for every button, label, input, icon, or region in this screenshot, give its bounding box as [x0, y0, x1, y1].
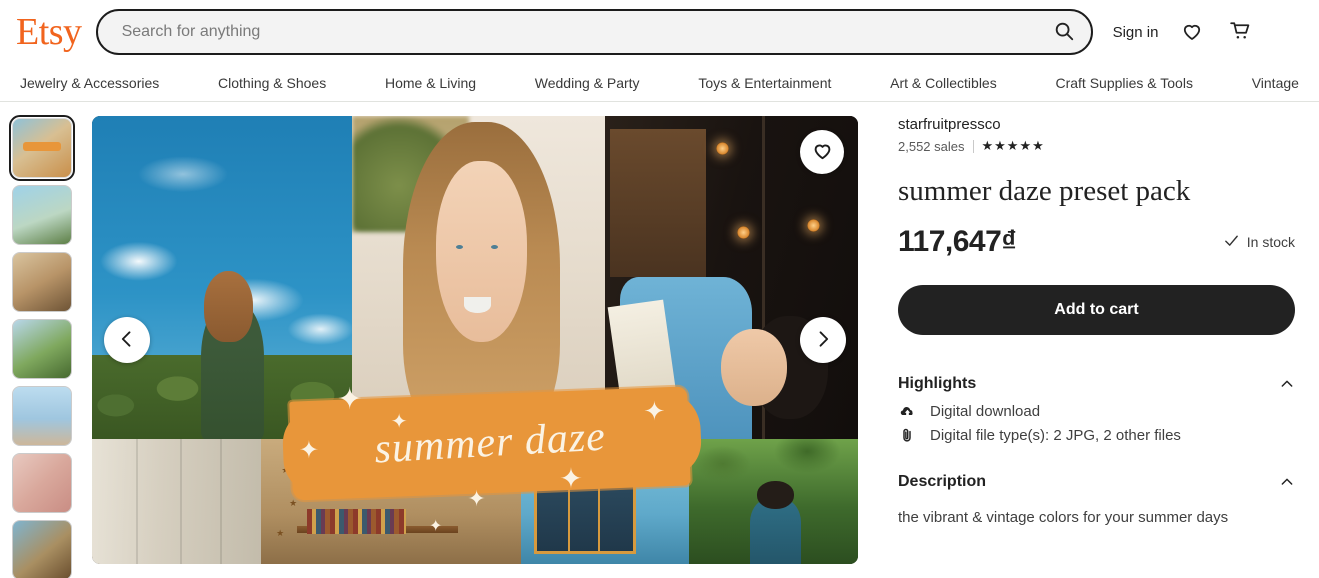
sign-in-link[interactable]: Sign in — [1113, 24, 1159, 41]
product-price: 117,647₫ — [898, 224, 1017, 258]
shop-name-link[interactable]: starfruitpressco — [898, 116, 1001, 133]
cart-button[interactable] — [1226, 18, 1254, 46]
product-details-panel: starfruitpressco 2,552 sales ★★★★★ summe… — [858, 116, 1301, 578]
highlights-title: Highlights — [898, 374, 977, 392]
sparkle-icon: ✦ — [429, 518, 443, 536]
etsy-logo[interactable]: Etsy — [16, 13, 88, 51]
thumbnail-4[interactable] — [12, 386, 72, 446]
chevron-right-icon — [813, 329, 833, 352]
header-actions: Sign in — [1113, 18, 1265, 46]
thumbnail-2[interactable] — [12, 252, 72, 312]
thumbnail-6[interactable] — [12, 520, 72, 578]
category-link-toys-entertainment[interactable]: Toys & Entertainment — [698, 75, 831, 91]
highlight-text: Digital download — [930, 402, 1041, 420]
search-button[interactable] — [1045, 13, 1083, 51]
favorites-button[interactable] — [1178, 18, 1206, 46]
add-to-cart-button[interactable]: Add to cart — [898, 284, 1295, 335]
description-body: the vibrant & vintage colors for your su… — [898, 508, 1229, 526]
search-input[interactable] — [121, 23, 1045, 41]
thumbnail-3[interactable] — [12, 319, 72, 379]
search-box[interactable] — [95, 9, 1093, 55]
sparkle-icon: ✦ — [643, 396, 666, 427]
check-icon — [1223, 232, 1240, 252]
thumbnail-5[interactable] — [12, 453, 72, 513]
thumbnail-0[interactable] — [9, 115, 75, 181]
sparkle-icon: ✦ — [559, 463, 583, 495]
category-link-jewelry-accessories[interactable]: Jewelry & Accessories — [20, 75, 159, 91]
heart-icon — [1180, 19, 1204, 46]
description-title: Description — [898, 472, 987, 490]
rating-stars[interactable]: ★★★★★ — [982, 138, 1045, 154]
product-image-carousel[interactable]: ★ ★ ★ summer daze ✦ ✦ ✦ ✦ — [92, 116, 858, 564]
product-title: summer daze preset pack — [898, 175, 1191, 207]
sparkle-icon: ✦ — [337, 382, 363, 416]
highlight-item: Digital download — [898, 403, 1295, 420]
carousel-next-button[interactable] — [800, 317, 846, 363]
cloud-download-icon — [898, 403, 916, 420]
category-link-clothing-shoes[interactable]: Clothing & Shoes — [218, 75, 326, 91]
description-section: Description the vibrant & vintage colors… — [898, 469, 1295, 534]
thumbnail-1[interactable] — [12, 185, 72, 245]
collage-cell-door — [92, 438, 261, 564]
favorite-listing-button[interactable] — [800, 130, 844, 174]
category-link-wedding-party[interactable]: Wedding & Party — [535, 75, 640, 91]
chevron-up-icon[interactable] — [1279, 376, 1295, 392]
stock-label: In stock — [1246, 233, 1295, 250]
collage-cell-sky — [92, 116, 353, 439]
product-image-collage: ★ ★ ★ summer daze ✦ ✦ ✦ ✦ — [92, 116, 858, 564]
carousel-prev-button[interactable] — [104, 317, 150, 363]
sparkle-icon: ✦ — [298, 436, 319, 464]
stock-status: In stock — [1223, 232, 1295, 252]
highlights-section: Highlights Digital download Digital file… — [898, 371, 1295, 455]
collage-cell-trees — [689, 438, 858, 564]
paperclip-icon — [898, 427, 916, 443]
sparkle-icon: ✦ — [390, 410, 408, 433]
category-link-craft-supplies-tools[interactable]: Craft Supplies & Tools — [1055, 75, 1192, 91]
meta-divider — [972, 139, 974, 153]
thumbnail-strip — [9, 115, 76, 578]
chevron-left-icon — [117, 329, 137, 352]
highlight-text: Digital file type(s): 2 JPG, 2 other fil… — [930, 426, 1181, 444]
sales-count: 2,552 sales — [898, 138, 965, 154]
chevron-up-icon[interactable] — [1279, 474, 1295, 490]
site-header: Etsy Sign in — [0, 0, 1319, 64]
highlight-item: Digital file type(s): 2 JPG, 2 other fil… — [898, 427, 1295, 444]
price-row: 117,647₫ In stock — [898, 225, 1295, 259]
shop-meta: 2,552 sales ★★★★★ — [898, 138, 1295, 154]
search-icon — [1053, 20, 1075, 45]
category-link-art-collectibles[interactable]: Art & Collectibles — [890, 75, 997, 91]
heart-icon — [811, 139, 834, 165]
category-link-home-living[interactable]: Home & Living — [385, 75, 476, 91]
search-container — [95, 9, 1093, 55]
description-header[interactable]: Description — [898, 469, 1295, 501]
product-page-main: ★ ★ ★ summer daze ✦ ✦ ✦ ✦ — [0, 102, 1319, 578]
sparkle-icon: ✦ — [467, 485, 486, 511]
shopping-cart-icon — [1228, 18, 1253, 46]
category-nav: Jewelry & Accessories Clothing & Shoes H… — [0, 64, 1319, 102]
highlights-header[interactable]: Highlights — [898, 371, 1295, 403]
category-link-vintage[interactable]: Vintage — [1252, 75, 1299, 91]
